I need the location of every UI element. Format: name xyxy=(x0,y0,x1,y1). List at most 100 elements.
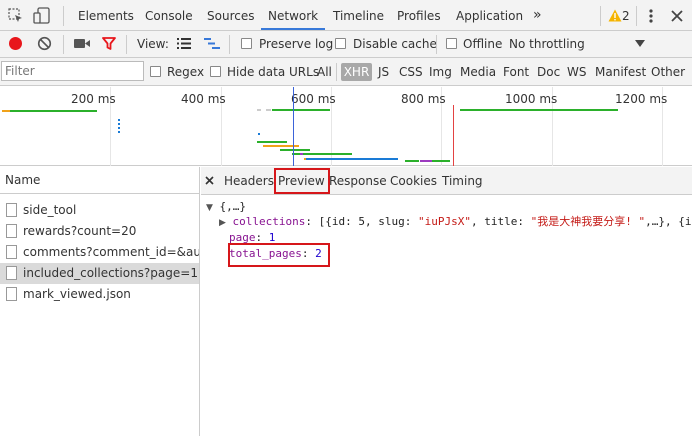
disable-cache-label: Disable cache xyxy=(353,37,437,51)
expanded-triangle-icon: ▼ xyxy=(206,203,213,213)
request-bar xyxy=(257,141,287,143)
waterfall-view-icon[interactable] xyxy=(204,38,220,49)
request-bar xyxy=(280,149,310,151)
request-bar xyxy=(306,158,398,160)
tab-cookies[interactable]: Cookies xyxy=(390,174,437,188)
tick-label: 600 ms xyxy=(291,92,336,106)
filter-input[interactable] xyxy=(1,61,144,81)
request-details: Headers Preview Response Cookies Timing … xyxy=(201,167,692,436)
active-tab-indicator xyxy=(261,28,325,30)
network-toolbar: View: Preserve log Disable cache Offline… xyxy=(0,31,692,58)
json-string: "我是大神我要分享! " xyxy=(530,215,646,228)
name-column-header[interactable]: Name xyxy=(0,167,199,194)
tab-timeline[interactable]: Timeline xyxy=(333,9,384,23)
filter-type-manifest[interactable]: Manifest xyxy=(595,65,646,79)
dropdown-arrow-icon[interactable] xyxy=(635,40,645,47)
disable-cache-checkbox[interactable] xyxy=(335,38,346,49)
tab-sources[interactable]: Sources xyxy=(207,9,254,23)
tab-headers[interactable]: Headers xyxy=(224,174,274,188)
request-row[interactable]: comments?comment_id=&aut... xyxy=(0,242,199,263)
filter-type-other[interactable]: Other xyxy=(651,65,685,79)
request-row[interactable]: side_tool xyxy=(0,200,199,221)
request-bar xyxy=(405,160,419,162)
tab-network[interactable]: Network xyxy=(268,9,318,23)
file-icon xyxy=(6,266,17,280)
clear-icon[interactable] xyxy=(37,36,52,51)
request-name: rewards?count=20 xyxy=(23,224,137,238)
request-list: Name side_tool rewards?count=20 comments… xyxy=(0,167,200,436)
request-name: included_collections?page=1 xyxy=(23,266,198,280)
request-bar xyxy=(420,160,432,162)
toolbar-divider xyxy=(63,6,64,26)
file-icon xyxy=(6,203,17,217)
filter-icon[interactable] xyxy=(102,37,116,50)
tab-timing[interactable]: Timing xyxy=(442,174,483,188)
tab-console[interactable]: Console xyxy=(145,9,193,23)
request-bar xyxy=(10,110,97,112)
filter-type-xhr[interactable]: XHR xyxy=(341,63,372,81)
kebab-menu-icon[interactable] xyxy=(648,9,654,23)
overview-timeline[interactable]: 200 ms 400 ms 600 ms 800 ms 1000 ms 1200… xyxy=(0,87,692,166)
filter-type-all[interactable]: All xyxy=(317,65,332,79)
offline-label: Offline xyxy=(463,37,503,51)
filter-type-font[interactable]: Font xyxy=(503,65,529,79)
request-name: mark_viewed.json xyxy=(23,287,131,301)
close-details-icon[interactable] xyxy=(205,176,214,185)
list-view-icon[interactable] xyxy=(177,38,191,49)
tab-application[interactable]: Application xyxy=(456,9,523,23)
request-row-selected[interactable]: included_collections?page=1 xyxy=(0,263,199,284)
request-name: comments?comment_id=&aut... xyxy=(23,245,199,259)
preview-tab-highlight xyxy=(274,168,330,194)
preserve-log-checkbox[interactable] xyxy=(241,38,252,49)
tree-node-collections[interactable]: ▶ collections: [{id: 5, slug: "iuPJsX", … xyxy=(219,214,691,229)
tick-label: 200 ms xyxy=(71,92,116,106)
request-row[interactable]: mark_viewed.json xyxy=(0,284,199,305)
device-mode-icon[interactable] xyxy=(33,7,51,24)
filter-type-js[interactable]: JS xyxy=(378,65,389,79)
warning-count[interactable]: 2 xyxy=(622,9,630,23)
inspect-element-icon[interactable] xyxy=(8,8,24,24)
view-label: View: xyxy=(137,37,169,51)
camera-icon[interactable] xyxy=(74,38,91,49)
toolbar-divider xyxy=(63,35,64,54)
filter-type-doc[interactable]: Doc xyxy=(537,65,560,79)
filter-divider xyxy=(336,63,337,81)
filter-type-ws[interactable]: WS xyxy=(567,65,586,79)
toolbar-divider xyxy=(436,35,437,54)
tab-response[interactable]: Response xyxy=(329,174,387,188)
toolbar-divider xyxy=(600,6,601,26)
request-bar xyxy=(266,109,271,111)
regex-label: Regex xyxy=(167,65,205,79)
hide-data-urls-checkbox[interactable] xyxy=(210,66,221,77)
collapsed-triangle-icon: ▶ xyxy=(219,218,226,228)
root-summary: {,…} xyxy=(219,200,247,213)
throttling-select[interactable]: No throttling xyxy=(509,37,585,51)
regex-checkbox[interactable] xyxy=(150,66,161,77)
filter-type-css[interactable]: CSS xyxy=(399,65,423,79)
tree-root[interactable]: ▼ {,…} xyxy=(206,199,246,214)
request-row[interactable]: rewards?count=20 xyxy=(0,221,199,242)
warning-icon[interactable] xyxy=(608,9,622,22)
tick-label: 800 ms xyxy=(401,92,446,106)
request-bar xyxy=(272,109,330,111)
request-bar xyxy=(460,109,618,111)
record-icon[interactable] xyxy=(8,36,23,51)
json-key: collections xyxy=(232,215,306,228)
filter-bar: Regex Hide data URLs All XHR JS CSS Img … xyxy=(0,58,692,86)
json-value: , title: xyxy=(470,215,531,228)
filter-type-img[interactable]: Img xyxy=(429,65,452,79)
request-name: side_tool xyxy=(23,203,77,217)
tab-elements[interactable]: Elements xyxy=(78,9,134,23)
offline-checkbox[interactable] xyxy=(446,38,457,49)
filter-type-media[interactable]: Media xyxy=(460,65,496,79)
close-icon[interactable] xyxy=(671,10,683,22)
json-value: ,…}, {i xyxy=(645,215,692,228)
toolbar-divider xyxy=(636,6,637,26)
tick-label: 1000 ms xyxy=(505,92,558,106)
more-tabs-button[interactable]: » xyxy=(533,7,542,23)
tab-profiles[interactable]: Profiles xyxy=(397,9,441,23)
request-bar xyxy=(257,109,261,111)
file-icon xyxy=(6,245,17,259)
main-tab-bar: Elements Console Sources Network Timelin… xyxy=(0,0,692,31)
tick-label: 400 ms xyxy=(181,92,226,106)
